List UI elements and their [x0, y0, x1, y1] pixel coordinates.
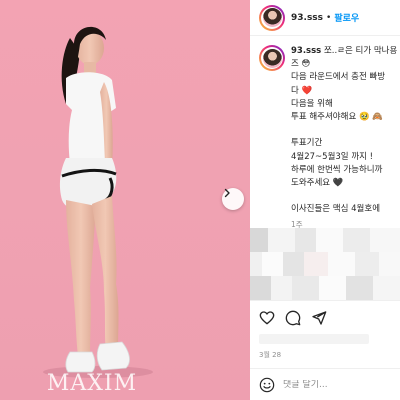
caption-line: 도와주세요 🖤 [291, 178, 344, 189]
avatar[interactable] [259, 4, 285, 31]
share-icon[interactable] [311, 310, 327, 326]
next-image-button[interactable] [222, 188, 244, 210]
follow-button[interactable]: 팔로우 [334, 11, 359, 24]
caption-line: 투표 해주셔야해요 🥹 🙈 [291, 112, 383, 123]
caption-avatar[interactable] [259, 45, 285, 71]
likes-count-blurred [259, 334, 369, 344]
comment-icon[interactable] [285, 310, 301, 326]
model-figure [43, 26, 153, 378]
caption-line: 다음을 위해 [291, 98, 333, 109]
caption-username[interactable]: 93.sss [291, 46, 321, 56]
emoji-icon[interactable] [259, 377, 275, 393]
comment-bar [250, 368, 400, 400]
header-separator: • [326, 12, 332, 23]
post-date: 3월 28 [259, 351, 282, 359]
chevron-right-icon [224, 188, 230, 198]
caption-avatar-image [262, 48, 282, 68]
caption-line: 이사진들은 맥심 4월호에 [291, 204, 381, 215]
header-username[interactable]: 93.sss [291, 13, 323, 23]
post-actions [250, 300, 400, 334]
caption-line: 다음 라운드에서 충전 빠방 [291, 72, 386, 83]
heart-icon[interactable] [259, 310, 275, 326]
caption-line: 하루에 한번씩 가능하니까 [291, 164, 383, 175]
caption-line: 쪼..ㄹ은 티가 막나용 [321, 46, 398, 56]
post-image: MAXIM [0, 0, 250, 400]
blurred-comments [250, 228, 400, 300]
comment-input[interactable] [283, 379, 383, 390]
caption: 93.sss 쪼..ㄹ은 티가 막나용 즈 😳 다음 라운드에서 충전 빠방 다… [250, 37, 400, 229]
avatar-image [262, 8, 282, 27]
caption-line: 즈 😳 [291, 59, 311, 70]
caption-line: 투표기간 [291, 138, 323, 149]
caption-line: 다 ❤️ [291, 85, 313, 96]
caption-text: 93.sss 쪼..ㄹ은 티가 막나용 즈 😳 다음 라운드에서 충전 빠방 다… [291, 45, 400, 217]
post-side-panel: 93.sss • 팔로우 93.sss 쪼..ㄹ은 티가 막나용 즈 😳 다음 … [250, 0, 400, 400]
post-header: 93.sss • 팔로우 [250, 0, 400, 36]
caption-line: 4월27~5월3일 까지 ! [291, 151, 374, 162]
maxim-watermark: MAXIM [46, 371, 138, 396]
